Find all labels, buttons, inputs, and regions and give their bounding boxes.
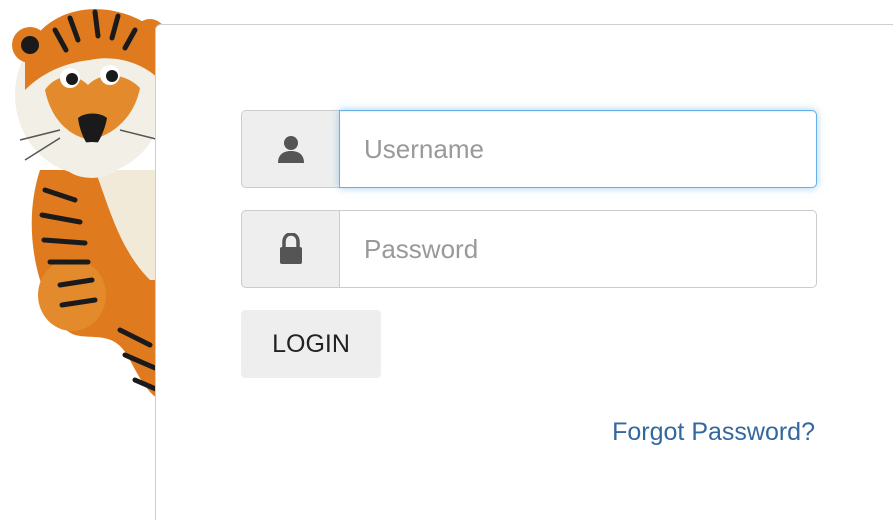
user-icon	[241, 110, 339, 188]
tiger-mascot-image	[0, 0, 170, 420]
username-group	[241, 110, 817, 188]
password-group	[241, 210, 817, 288]
lock-icon	[241, 210, 339, 288]
login-page: LOGIN Forgot Password?	[0, 0, 893, 520]
forgot-password-link[interactable]: Forgot Password?	[612, 418, 815, 447]
password-input[interactable]	[339, 210, 817, 288]
login-button[interactable]: LOGIN	[241, 310, 381, 378]
username-input[interactable]	[339, 110, 817, 188]
